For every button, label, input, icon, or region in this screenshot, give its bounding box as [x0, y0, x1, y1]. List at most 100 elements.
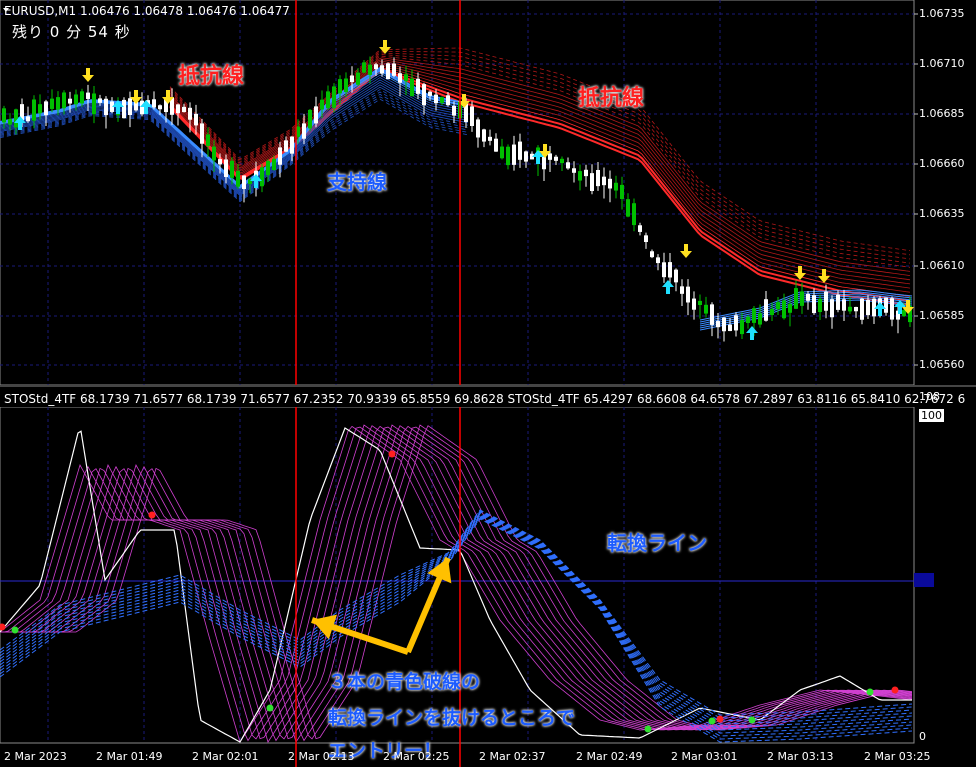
- candle-body: [332, 86, 336, 108]
- candle-body: [200, 123, 204, 144]
- candle-body: [686, 286, 690, 303]
- time-tick: 2 Mar 02:13: [288, 750, 355, 763]
- candle-body: [224, 159, 228, 177]
- candle-body: [476, 119, 480, 138]
- entry-note-line2: 転換ラインを抜けるところで: [328, 707, 576, 729]
- candle-body: [512, 144, 516, 165]
- price-tick: 1.06710: [919, 57, 965, 70]
- candle-body: [614, 182, 618, 191]
- candle-body: [470, 106, 474, 126]
- candle-body: [788, 303, 792, 313]
- candle-body: [632, 203, 636, 226]
- time-tick: 2 Mar 03:25: [864, 750, 931, 763]
- indicator-tick-100: 100: [919, 409, 944, 422]
- candle-body: [122, 99, 126, 119]
- candle-body: [350, 75, 354, 83]
- candle-body: [386, 63, 390, 80]
- candle-body: [560, 158, 564, 164]
- candle-body: [218, 159, 222, 165]
- indicator-tick-0: 0: [919, 730, 926, 743]
- candle-body: [194, 113, 198, 126]
- candle-body: [500, 146, 504, 159]
- candle-body: [566, 162, 570, 169]
- candle-body: [890, 298, 894, 320]
- candle-body: [716, 321, 720, 328]
- candle-body: [590, 173, 594, 192]
- candle-body: [662, 262, 666, 278]
- candle-body: [848, 306, 852, 312]
- price-tick: 1.06660: [919, 157, 965, 170]
- candle-body: [644, 235, 648, 243]
- candle-body: [56, 97, 60, 110]
- candle-body: [722, 317, 726, 332]
- candle-body: [416, 78, 420, 94]
- candle-body: [440, 97, 444, 103]
- candle-body: [104, 98, 108, 116]
- signal-dot: [148, 511, 156, 519]
- candle-body: [608, 178, 612, 189]
- candle-body: [800, 291, 804, 306]
- candle-body: [26, 116, 30, 122]
- main-pane-frame: [0, 0, 915, 386]
- candle-body: [80, 91, 84, 104]
- candle-body: [830, 299, 834, 318]
- candle-body: [212, 146, 216, 161]
- candle-body: [284, 140, 288, 152]
- candle-body: [242, 175, 246, 189]
- time-tick: 2 Mar 02:37: [479, 750, 546, 763]
- candle-body: [866, 299, 870, 316]
- price-tick: 1.06560: [919, 358, 965, 371]
- price-tick: 1.06735: [919, 7, 965, 20]
- candle-body: [446, 95, 450, 106]
- arrow-down-icon: [680, 244, 692, 258]
- candle-body: [374, 64, 378, 70]
- candle-body: [626, 199, 630, 217]
- candle-body: [740, 320, 744, 335]
- resistance-label-right: 抵抗線: [578, 86, 645, 111]
- time-tick: 2 Mar 03:01: [671, 750, 738, 763]
- signal-dot: [266, 704, 274, 712]
- candle-body: [380, 65, 384, 74]
- candle-body: [266, 160, 270, 176]
- candle-body: [776, 302, 780, 310]
- candle-body: [758, 313, 762, 325]
- support-label: 支持線: [327, 170, 387, 194]
- stochastic-main-line: [0, 427, 912, 743]
- time-tick: 2 Mar 01:49: [96, 750, 163, 763]
- candle-body: [584, 169, 588, 177]
- candle-body: [650, 251, 654, 258]
- candle-body: [764, 299, 768, 321]
- candle-body: [770, 308, 774, 316]
- candle-body: [308, 109, 312, 129]
- price-tick: 1.06635: [919, 207, 965, 220]
- arrow-down-icon: [82, 68, 94, 82]
- signal-dot: [11, 626, 19, 634]
- candle-body: [14, 109, 18, 128]
- candle-body: [356, 72, 360, 85]
- signal-dot: [748, 716, 756, 724]
- time-tick: 2 Mar 02:49: [576, 750, 643, 763]
- price-tick: 1.06610: [919, 259, 965, 272]
- candle-body: [668, 262, 672, 278]
- candle-body: [818, 298, 822, 313]
- candle-body: [482, 129, 486, 142]
- candle-body: [488, 136, 492, 141]
- price-tick: 1.06585: [919, 309, 965, 322]
- candle-body: [422, 84, 426, 106]
- candle-body: [44, 101, 48, 116]
- indicator-tick-top: 108: [919, 390, 940, 403]
- candle-body: [338, 79, 342, 94]
- indicator-mid-badge: [914, 573, 934, 587]
- candle-body: [692, 298, 696, 310]
- time-tick: 2 Mar 2023: [4, 750, 67, 763]
- candle-body: [506, 146, 510, 166]
- chart-canvas[interactable]: [0, 0, 976, 767]
- candle-body: [62, 92, 66, 109]
- time-tick: 2 Mar 02:01: [192, 750, 259, 763]
- candle-body: [674, 269, 678, 283]
- candle-body: [362, 62, 366, 73]
- candle-body: [836, 294, 840, 310]
- candle-body: [2, 108, 6, 123]
- candle-body: [8, 119, 12, 125]
- candle-body: [548, 153, 552, 160]
